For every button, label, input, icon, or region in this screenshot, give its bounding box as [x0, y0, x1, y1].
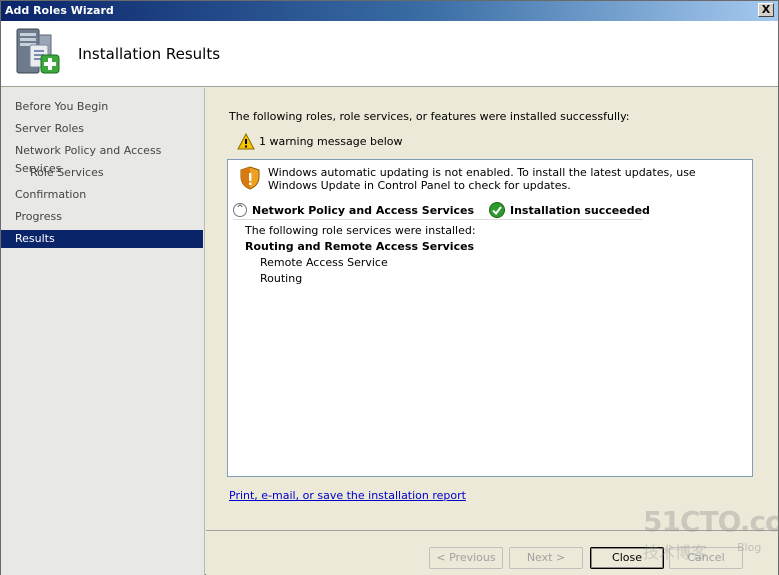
sidebar-item-server-roles[interactable]: Server Roles	[1, 120, 203, 138]
close-button[interactable]: Close	[590, 547, 664, 569]
results-intro-text: The following roles, role services, or f…	[229, 110, 630, 123]
service-item-remote-access: Remote Access Service	[260, 256, 388, 269]
update-notice-text: Windows automatic updating is not enable…	[268, 166, 696, 192]
service-item-routing: Routing	[260, 272, 303, 285]
window-title: Add Roles Wizard	[5, 4, 114, 17]
role-name: Network Policy and Access Services	[252, 204, 475, 217]
role-result-row: ^ Network Policy and Access Services Ins…	[233, 202, 650, 220]
sidebar-item-results[interactable]: Results	[1, 230, 203, 248]
next-button[interactable]: Next >	[509, 547, 583, 569]
collapse-chevron-icon[interactable]: ^	[233, 203, 247, 217]
results-content: The following roles, role services, or f…	[206, 88, 778, 530]
server-add-icon	[16, 28, 60, 74]
previous-button[interactable]: < Previous	[429, 547, 503, 569]
install-status: Installation succeeded	[510, 204, 650, 217]
success-check-icon	[489, 202, 505, 218]
installed-services-intro: The following role services were install…	[245, 224, 476, 237]
warning-summary-text: 1 warning message below	[259, 135, 403, 148]
service-group-title: Routing and Remote Access Services	[245, 240, 475, 253]
title-bar[interactable]: Add Roles Wizard X	[1, 1, 778, 21]
wizard-header: Installation Results	[1, 21, 778, 87]
results-panel[interactable]: Windows automatic updating is not enable…	[227, 159, 753, 477]
sidebar-item-confirmation[interactable]: Confirmation	[1, 186, 203, 204]
wizard-steps-sidebar: Before You Begin Server Roles Network Po…	[1, 88, 205, 575]
shield-warning-icon	[240, 166, 260, 190]
sidebar-item-progress[interactable]: Progress	[1, 208, 203, 226]
wizard-button-bar: < Previous Next > Close Cancel	[206, 530, 778, 575]
add-roles-wizard-window: Add Roles Wizard X Installation Results …	[0, 0, 779, 575]
sidebar-item-role-services[interactable]: Role Services	[1, 164, 203, 182]
close-window-button[interactable]: X	[758, 3, 774, 17]
page-title: Installation Results	[78, 45, 221, 63]
cancel-button[interactable]: Cancel	[669, 547, 743, 569]
sidebar-item-network-policy[interactable]: Network Policy and Access Services	[1, 142, 203, 175]
sidebar-item-before-you-begin[interactable]: Before You Begin	[1, 98, 203, 116]
installation-report-link[interactable]: Print, e-mail, or save the installation …	[229, 489, 466, 502]
warning-icon	[237, 133, 255, 150]
